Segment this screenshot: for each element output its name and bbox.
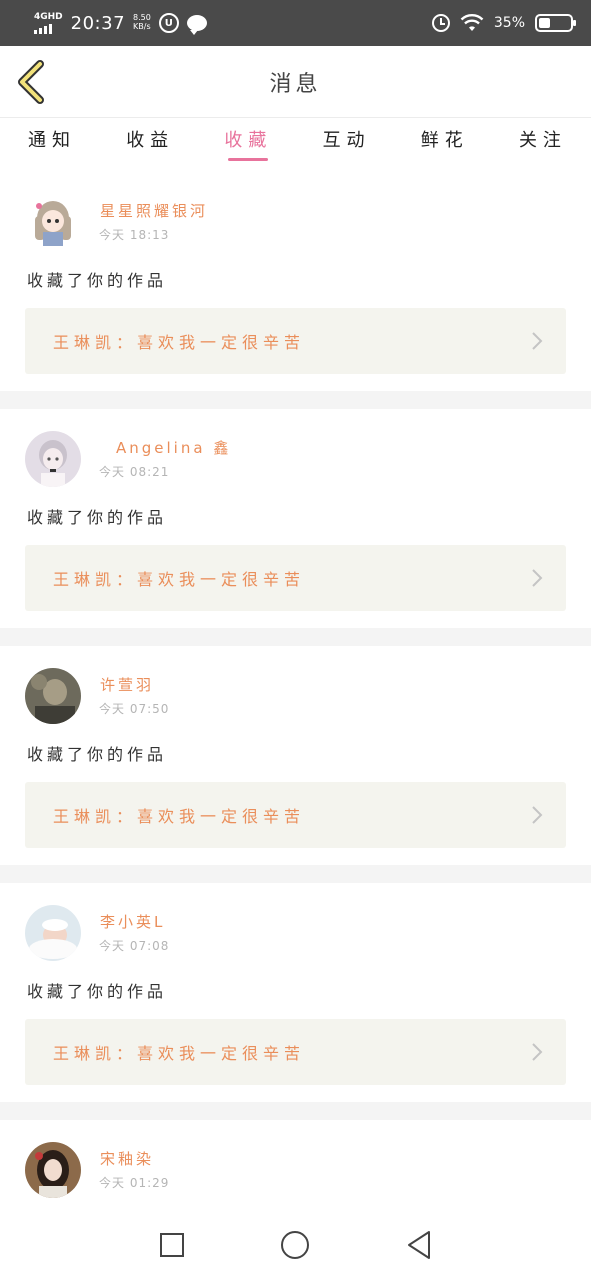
timestamp: 今天 01:29	[99, 1176, 170, 1190]
work-title: 王琳凯：喜欢我一定很辛苦	[53, 333, 306, 352]
notification-app-icon: U	[158, 13, 179, 33]
work-link[interactable]: 王琳凯：喜欢我一定很辛苦	[25, 1019, 566, 1085]
work-link[interactable]: 王琳凯：喜欢我一定很辛苦	[25, 308, 566, 374]
tab-flowers[interactable]: 鲜花	[417, 118, 473, 172]
avatar[interactable]	[25, 431, 81, 487]
divider	[0, 628, 591, 646]
work-link[interactable]: 王琳凯：喜欢我一定很辛苦	[25, 545, 566, 611]
work-title: 王琳凯：喜欢我一定很辛苦	[53, 1044, 306, 1063]
user-name[interactable]: 宋釉染	[100, 1148, 154, 1169]
anime-boy-avatar-icon	[25, 431, 81, 487]
tab-interaction[interactable]: 互动	[319, 118, 375, 172]
action-text: 收藏了你的作品	[27, 745, 168, 764]
anime-girl-avatar-icon	[25, 194, 81, 250]
timestamp: 今天 18:13	[99, 228, 170, 242]
work-title: 王琳凯：喜欢我一定很辛苦	[53, 570, 306, 589]
network-speed: 8.50 KB/s	[133, 13, 151, 32]
chevron-right-icon	[532, 1043, 543, 1061]
work-title: 王琳凯：喜欢我一定很辛苦	[53, 807, 306, 826]
tab-notice[interactable]: 通知	[24, 118, 80, 172]
status-time: 20:37	[70, 12, 126, 34]
avatar[interactable]	[25, 905, 81, 961]
girl-photo-avatar-icon	[25, 1142, 81, 1198]
user-name[interactable]: 星星照耀银河	[100, 200, 208, 221]
square-icon[interactable]	[157, 1230, 187, 1260]
tab-bar: 通知 收益 收藏 互动 鲜花 关注	[0, 118, 591, 172]
avatar[interactable]	[25, 194, 81, 250]
triangle-back-icon[interactable]	[404, 1230, 434, 1260]
timestamp: 今天 08:21	[99, 465, 170, 479]
speed-unit: KB/s	[133, 22, 151, 31]
avatar[interactable]	[25, 1142, 81, 1198]
baby-photo-avatar-icon	[25, 905, 81, 961]
battery-icon	[535, 14, 576, 32]
chat-icon	[186, 15, 207, 35]
divider	[0, 391, 591, 409]
user-name[interactable]: Angelina 鑫	[116, 437, 231, 458]
tab-earnings[interactable]: 收益	[122, 118, 178, 172]
chevron-right-icon	[532, 569, 543, 587]
action-text: 收藏了你的作品	[27, 982, 168, 1001]
user-name[interactable]: 李小英L	[100, 911, 165, 932]
timestamp: 今天 07:08	[99, 939, 170, 953]
status-bar: 4GHD 20:37 8.50 KB/s U 35%	[0, 0, 591, 46]
list-item[interactable]: Angelina 鑫 今天 08:21 收藏了你的作品 王琳凯：喜欢我一定很辛苦	[0, 409, 591, 628]
divider	[0, 865, 591, 883]
wifi-icon	[460, 14, 484, 31]
chevron-left-icon[interactable]	[14, 60, 50, 104]
message-feed: 星星照耀银河 今天 18:13 收藏了你的作品 王琳凯：喜欢我一定很辛苦 Ang…	[0, 172, 591, 1280]
work-link[interactable]: 王琳凯：喜欢我一定很辛苦	[25, 782, 566, 848]
list-item[interactable]: 许萱羽 今天 07:50 收藏了你的作品 王琳凯：喜欢我一定很辛苦	[0, 646, 591, 865]
tab-favorites[interactable]: 收藏	[220, 118, 276, 172]
action-text: 收藏了你的作品	[27, 508, 168, 527]
page-title: 消息	[269, 71, 322, 97]
chevron-right-icon	[532, 332, 543, 350]
action-text: 收藏了你的作品	[27, 271, 168, 290]
circle-icon[interactable]	[280, 1230, 310, 1260]
person-photo-avatar-icon	[25, 668, 81, 724]
network-type: 4GHD	[34, 11, 63, 22]
system-nav-bar	[0, 1210, 591, 1280]
alarm-icon	[431, 14, 450, 32]
battery-percent: 35%	[493, 15, 525, 31]
tab-follow[interactable]: 关注	[515, 118, 571, 172]
app-header: 消息	[0, 46, 591, 118]
chevron-right-icon	[532, 806, 543, 824]
user-name[interactable]: 许萱羽	[100, 674, 154, 695]
list-item[interactable]: 李小英L 今天 07:08 收藏了你的作品 王琳凯：喜欢我一定很辛苦	[0, 883, 591, 1102]
signal-icon: 4GHD	[34, 11, 63, 34]
list-item[interactable]: 星星照耀银河 今天 18:13 收藏了你的作品 王琳凯：喜欢我一定很辛苦	[0, 172, 591, 391]
timestamp: 今天 07:50	[99, 702, 170, 716]
avatar[interactable]	[25, 668, 81, 724]
divider	[0, 1102, 591, 1120]
